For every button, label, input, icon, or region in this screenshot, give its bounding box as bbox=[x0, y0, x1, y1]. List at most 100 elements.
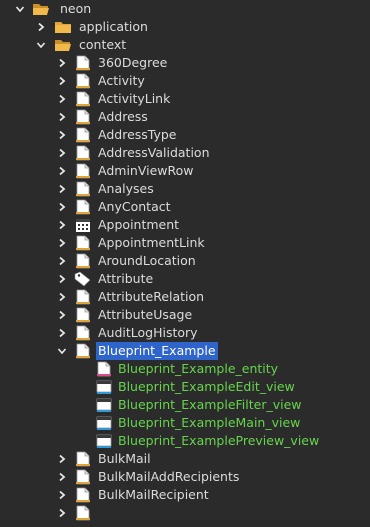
context-icon bbox=[74, 289, 92, 305]
context-icon bbox=[74, 469, 92, 485]
tree-item-label: AppointmentLink bbox=[98, 235, 205, 250]
collapse-arrow-icon[interactable] bbox=[56, 289, 68, 305]
context-icon bbox=[74, 91, 92, 107]
expand-arrow-icon[interactable] bbox=[35, 37, 47, 53]
tree-item-label: Blueprint_Example_entity bbox=[118, 361, 279, 376]
tree-item-label: AttributeRelation bbox=[98, 289, 205, 304]
tree-item[interactable]: Blueprint_Example bbox=[0, 342, 370, 360]
context-icon bbox=[74, 451, 92, 467]
tree-item[interactable]: ActivityLink bbox=[0, 90, 370, 108]
collapse-arrow-icon[interactable] bbox=[56, 181, 68, 197]
tree-item[interactable]: BulkMail bbox=[0, 450, 370, 468]
tree-item[interactable]: Blueprint_ExampleEdit_view bbox=[0, 378, 370, 396]
expand-arrow-icon[interactable] bbox=[56, 343, 68, 359]
folder-icon bbox=[54, 19, 72, 35]
context-icon bbox=[74, 253, 92, 269]
collapse-arrow-icon[interactable] bbox=[56, 109, 68, 125]
tree-item-label: Activity bbox=[98, 73, 145, 88]
folder-open-icon bbox=[54, 37, 72, 53]
tree-item-label: ActivityLink bbox=[98, 91, 171, 106]
view-icon bbox=[95, 415, 113, 431]
tree-item[interactable]: BulkMailRecipient bbox=[0, 486, 370, 504]
tree-item-label: Blueprint_ExampleMain_view bbox=[118, 415, 301, 430]
tree-item-label: AddressType bbox=[98, 127, 177, 142]
collapse-arrow-icon[interactable] bbox=[56, 271, 68, 287]
collapse-arrow-icon[interactable] bbox=[56, 145, 68, 161]
tree-item-label: neon bbox=[60, 1, 92, 16]
context-icon bbox=[74, 163, 92, 179]
collapse-arrow-icon[interactable] bbox=[35, 19, 47, 35]
context-icon bbox=[74, 55, 92, 71]
tree-item[interactable]: BulkMailAddRecipients bbox=[0, 468, 370, 486]
collapse-arrow-icon[interactable] bbox=[56, 73, 68, 89]
tree-item-label: Analyses bbox=[98, 181, 154, 196]
tree-item[interactable]: AnyContact bbox=[0, 198, 370, 216]
tree-item[interactable]: Blueprint_ExampleMain_view bbox=[0, 414, 370, 432]
context-icon bbox=[74, 181, 92, 197]
collapse-arrow-icon[interactable] bbox=[56, 91, 68, 107]
tree-item-label: Blueprint_Example bbox=[96, 342, 218, 360]
tree-item-label: AuditLogHistory bbox=[98, 325, 198, 340]
tree-item[interactable]: Attribute bbox=[0, 270, 370, 288]
tree-item[interactable]: AroundLocation bbox=[0, 252, 370, 270]
context-icon bbox=[74, 109, 92, 125]
tree-item-label: BulkMailRecipient bbox=[98, 487, 209, 502]
collapse-arrow-icon[interactable] bbox=[56, 469, 68, 485]
tree-item-label: Blueprint_ExamplePreview_view bbox=[118, 433, 320, 448]
collapse-arrow-icon[interactable] bbox=[56, 127, 68, 143]
collapse-arrow-icon[interactable] bbox=[56, 235, 68, 251]
collapse-arrow-icon[interactable] bbox=[56, 505, 68, 521]
collapse-arrow-icon[interactable] bbox=[56, 487, 68, 503]
tree-item[interactable]: AdminViewRow bbox=[0, 162, 370, 180]
context-icon bbox=[74, 325, 92, 341]
tree-item[interactable]: AppointmentLink bbox=[0, 234, 370, 252]
tree-item-label: Blueprint_ExampleEdit_view bbox=[118, 379, 295, 394]
tree-item-label: AttributeUsage bbox=[98, 307, 193, 322]
tree-item[interactable]: neon bbox=[0, 0, 370, 18]
tree-item[interactable]: Blueprint_Example_entity bbox=[0, 360, 370, 378]
collapse-arrow-icon[interactable] bbox=[56, 325, 68, 341]
tree-item[interactable]: AddressType bbox=[0, 126, 370, 144]
view-icon bbox=[95, 379, 113, 395]
tree-item[interactable]: 360Degree bbox=[0, 54, 370, 72]
tree-item-label: application bbox=[79, 19, 148, 34]
tree-item[interactable]: AddressValidation bbox=[0, 144, 370, 162]
tree-item[interactable]: Appointment bbox=[0, 216, 370, 234]
expand-arrow-icon[interactable] bbox=[14, 1, 26, 17]
collapse-arrow-icon[interactable] bbox=[56, 199, 68, 215]
collapse-arrow-icon[interactable] bbox=[56, 163, 68, 179]
context-icon bbox=[74, 307, 92, 323]
tree-item-label: context bbox=[79, 37, 127, 52]
context-icon bbox=[74, 487, 92, 503]
tree-item[interactable]: application bbox=[0, 18, 370, 36]
collapse-arrow-icon[interactable] bbox=[56, 307, 68, 323]
entity-icon bbox=[95, 361, 113, 377]
tree-item[interactable]: context bbox=[0, 36, 370, 54]
tree-item[interactable]: Activity bbox=[0, 72, 370, 90]
tree-item[interactable]: AuditLogHistory bbox=[0, 324, 370, 342]
context-icon bbox=[74, 235, 92, 251]
collapse-arrow-icon[interactable] bbox=[56, 217, 68, 233]
tree-item[interactable]: AttributeRelation bbox=[0, 288, 370, 306]
tree-item[interactable]: Blueprint_ExamplePreview_view bbox=[0, 432, 370, 450]
view-icon bbox=[95, 397, 113, 413]
calendar-icon bbox=[74, 217, 92, 233]
context-icon bbox=[74, 343, 92, 359]
folder-open-icon bbox=[32, 1, 50, 17]
tree-item-label: Address bbox=[98, 109, 148, 124]
tree-item-label: AroundLocation bbox=[98, 253, 196, 268]
collapse-arrow-icon[interactable] bbox=[56, 55, 68, 71]
tree-item-label: Attribute bbox=[98, 271, 154, 286]
tree-item[interactable]: Blueprint_ExampleFilter_view bbox=[0, 396, 370, 414]
tree-item[interactable]: AttributeUsage bbox=[0, 306, 370, 324]
context-icon bbox=[74, 127, 92, 143]
collapse-arrow-icon[interactable] bbox=[56, 253, 68, 269]
tree-item[interactable]: Address bbox=[0, 108, 370, 126]
tree-item-label: AdminViewRow bbox=[98, 163, 194, 178]
tree-item[interactable]: Analyses bbox=[0, 180, 370, 198]
context-icon bbox=[74, 505, 92, 521]
context-icon bbox=[74, 199, 92, 215]
tree-item-label: Appointment bbox=[98, 217, 180, 232]
tree-item-label: AnyContact bbox=[98, 199, 171, 214]
collapse-arrow-icon[interactable] bbox=[56, 451, 68, 467]
